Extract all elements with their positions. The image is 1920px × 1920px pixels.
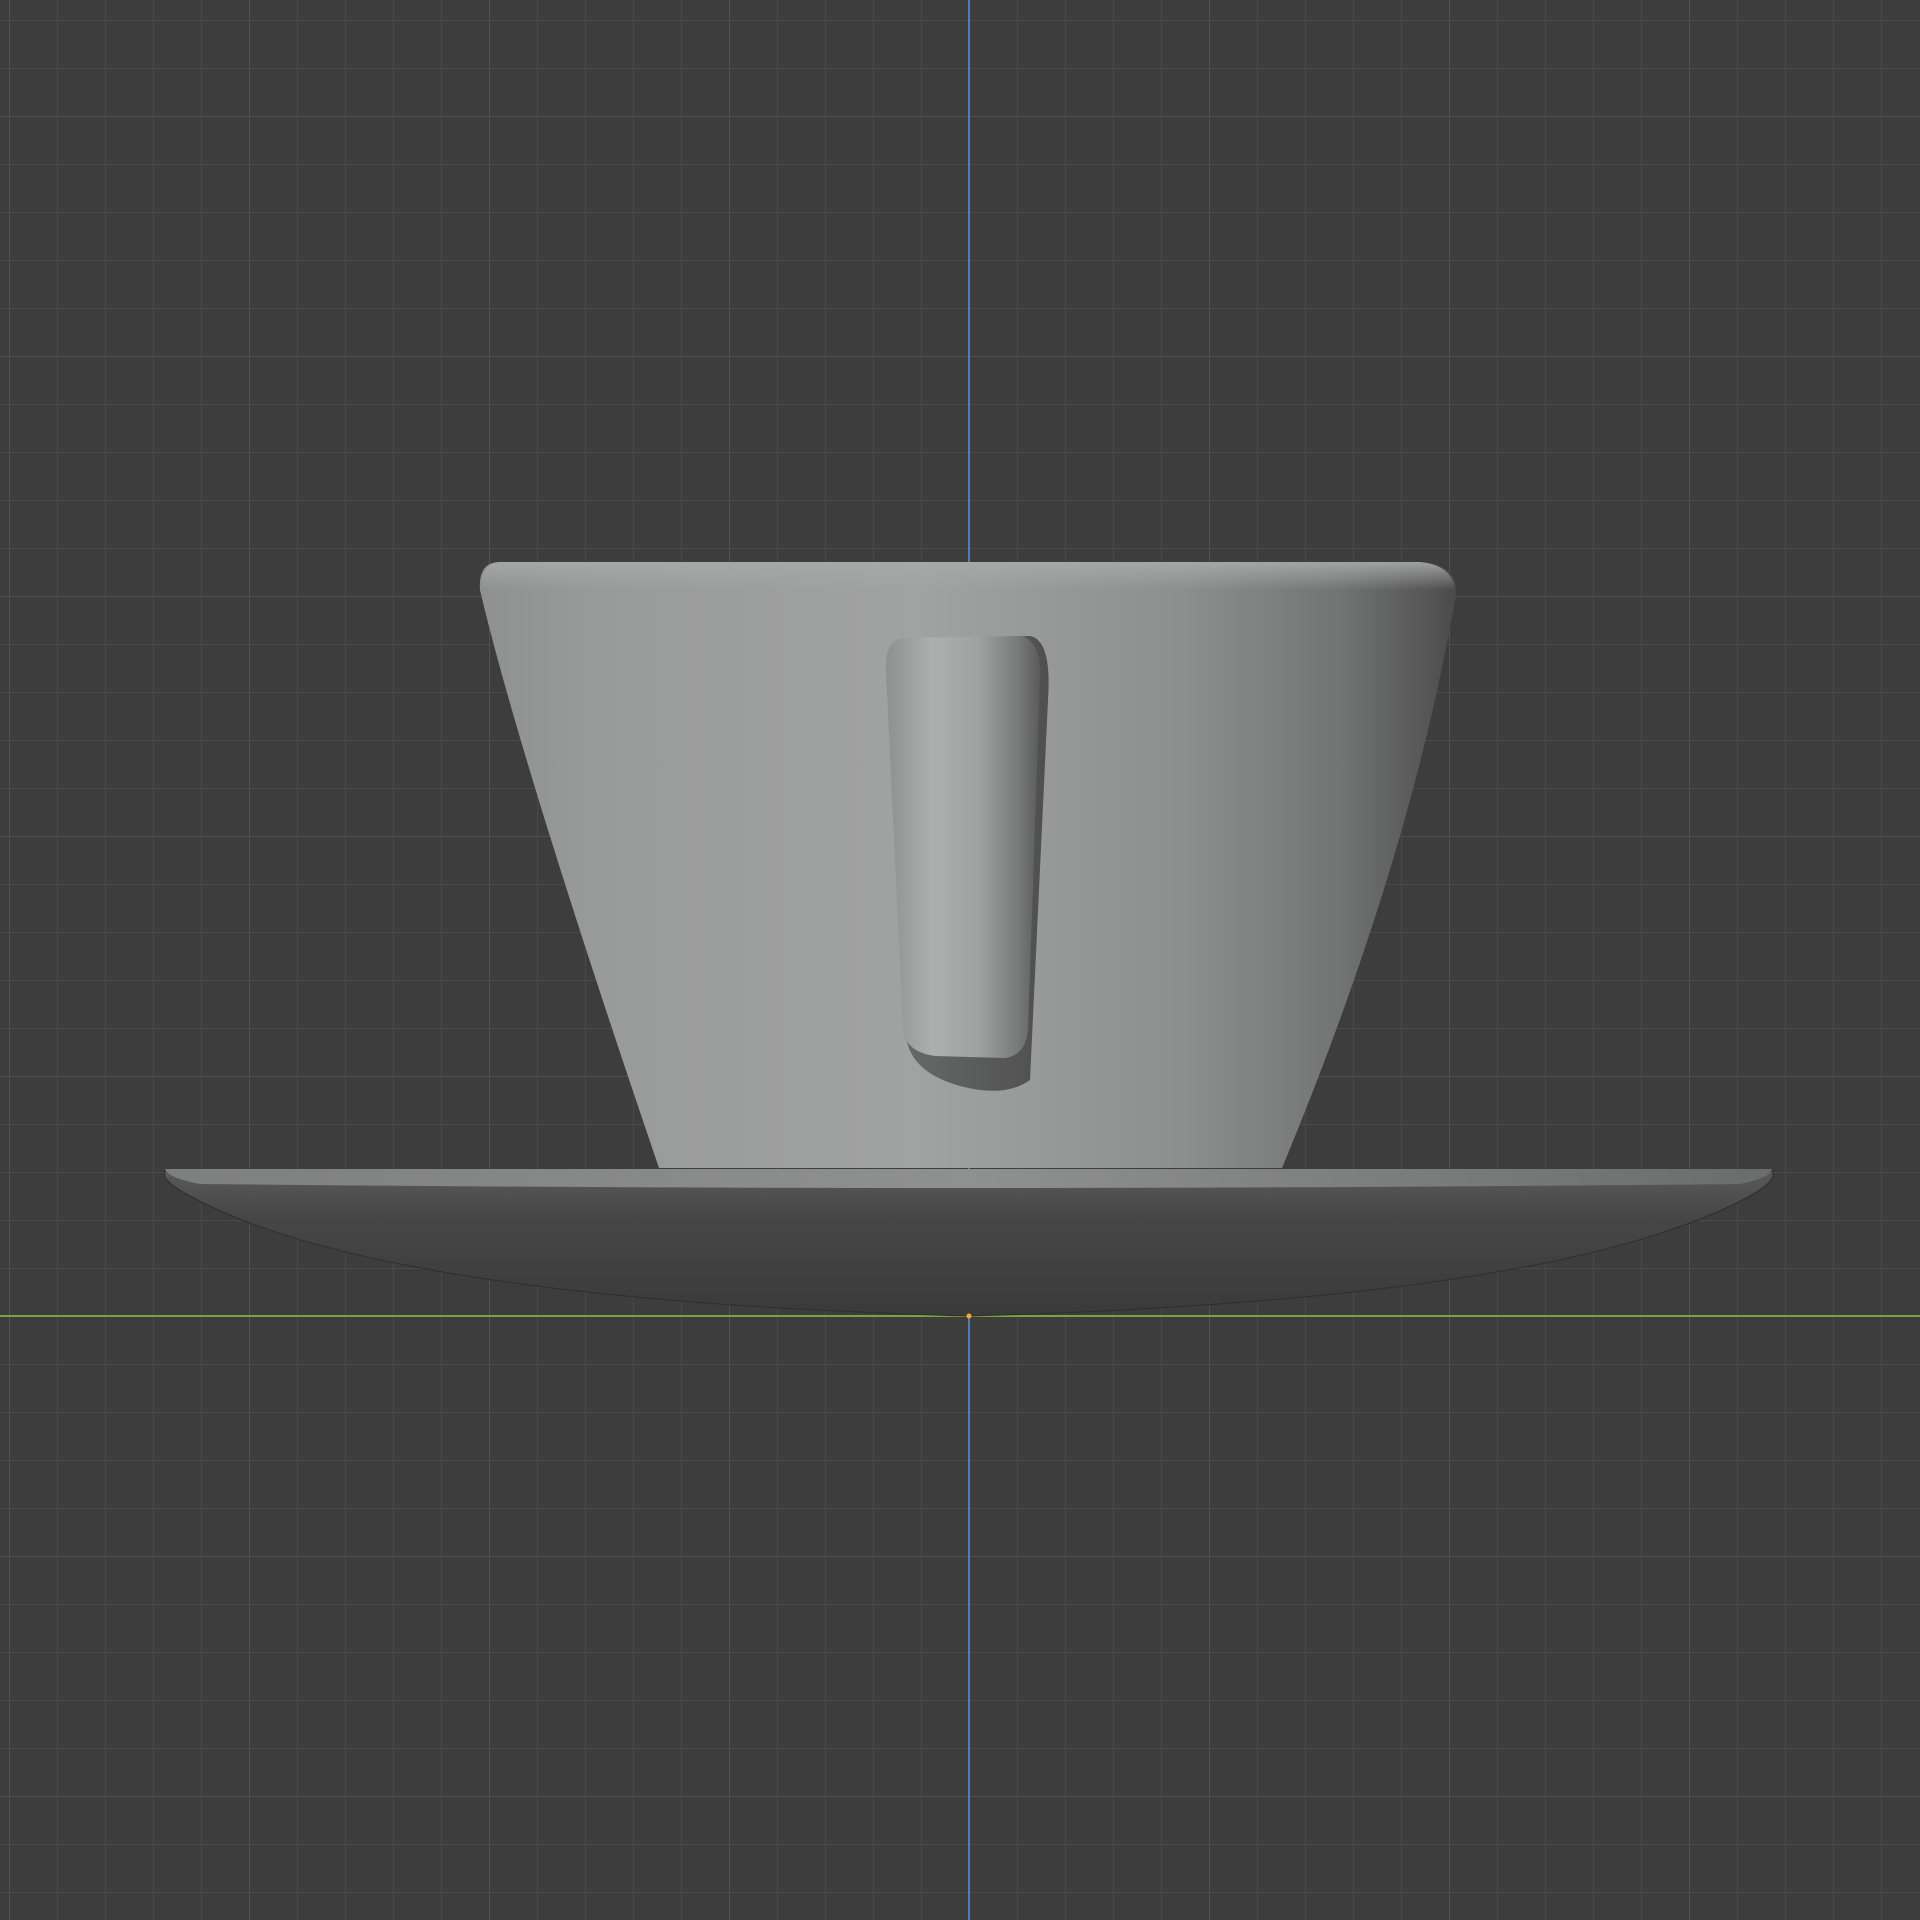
cup-handle xyxy=(885,636,1049,1091)
saucer[interactable] xyxy=(163,1169,1774,1317)
origin-marker xyxy=(966,1313,972,1319)
handle-face xyxy=(885,636,1041,1058)
3d-viewport[interactable] xyxy=(0,0,1920,1920)
saucer-rim xyxy=(165,1169,1772,1188)
scene-objects xyxy=(163,562,1774,1319)
cup[interactable] xyxy=(479,562,1456,1168)
cup-rim-highlight xyxy=(481,562,1455,590)
saucer-body xyxy=(163,1170,1774,1317)
